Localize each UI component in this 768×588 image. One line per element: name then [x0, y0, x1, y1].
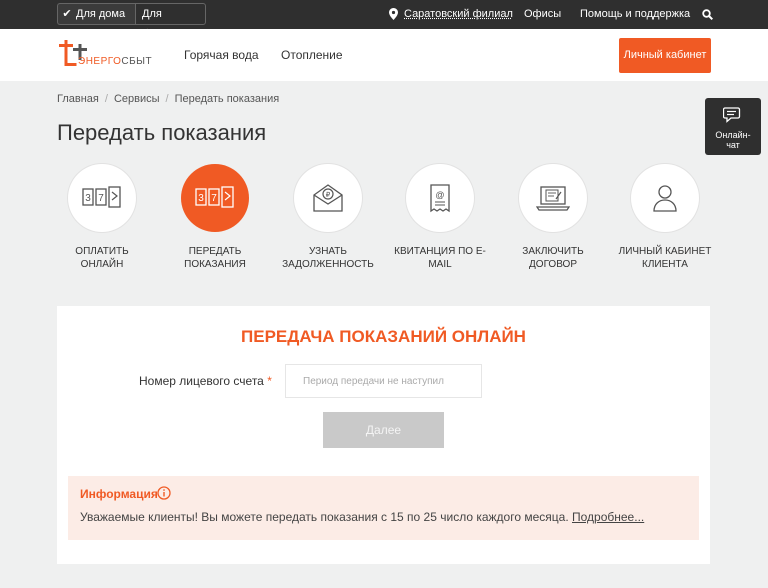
info-box: Информация Уважаемые клиенты! Вы можете … — [68, 476, 699, 540]
personal-account-button[interactable]: Личный кабинет — [619, 38, 711, 73]
breadcrumb-services[interactable]: Сервисы — [114, 93, 160, 105]
breadcrumb-home[interactable]: Главная — [57, 93, 99, 105]
form-title: ПЕРЕДАЧА ПОКАЗАНИЙ ОНЛАЙН — [241, 327, 526, 346]
city-selector[interactable]: Саратовский филиал — [404, 0, 513, 29]
meter-icon: 3 7 — [195, 186, 234, 208]
account-number-label: Номер лицевого счета * — [139, 374, 272, 388]
service-email-receipt[interactable]: @ КВИТАНЦИЯ ПО E- MAIL — [385, 164, 495, 271]
location-pin-icon — [389, 8, 398, 20]
meter-icon: 3 7 — [82, 186, 121, 208]
svg-text:3: 3 — [198, 193, 204, 204]
top-bar: ✔ Для дома Для бизнеса Саратовский филиа… — [0, 0, 768, 40]
account-number-input[interactable] — [285, 364, 482, 398]
info-text: Уважаемые клиенты! Вы можете передать по… — [80, 510, 645, 524]
svg-text:₽: ₽ — [326, 191, 331, 199]
laptop-contract-icon — [536, 186, 570, 211]
nav-heating[interactable]: Отопление — [281, 29, 343, 81]
next-button[interactable]: Далее — [323, 412, 444, 448]
help-link[interactable]: Помощь и поддержка — [580, 0, 690, 29]
service-client-cabinet[interactable]: ЛИЧНЫЙ КАБИНЕТ КЛИЕНТА — [610, 164, 720, 271]
info-title: Информация — [80, 487, 158, 501]
info-icon — [157, 486, 171, 500]
svg-text:7: 7 — [211, 193, 217, 204]
for-home-toggle[interactable]: ✔ Для дома — [57, 3, 135, 25]
main-header: ЭНЕРГОСБЫТ Горячая вода Отопление Личный… — [0, 29, 768, 81]
chat-label: Онлайн-чат — [715, 130, 751, 150]
online-chat-button[interactable]: Онлайн-чат — [705, 98, 761, 155]
chat-bubble-icon — [722, 107, 741, 123]
receipt-email-icon: @ — [430, 184, 450, 213]
for-business-toggle[interactable]: Для бизнеса — [135, 3, 206, 40]
for-business-label: Для бизнеса — [142, 8, 183, 40]
page-title: Передать показания — [57, 120, 267, 145]
check-icon: ✔ — [62, 8, 72, 20]
svg-text:7: 7 — [98, 193, 104, 204]
user-icon — [653, 185, 677, 212]
breadcrumb-current: Передать показания — [174, 93, 280, 105]
readings-form-card: ПЕРЕДАЧА ПОКАЗАНИЙ ОНЛАЙН Номер лицевого… — [57, 306, 710, 564]
nav-hot-water[interactable]: Горячая вода — [184, 29, 259, 81]
service-submit-readings[interactable]: 3 7 ПЕРЕДАТЬ ПОКАЗАНИЯ — [160, 164, 270, 271]
more-link[interactable]: Подробнее... — [572, 510, 644, 524]
search-icon[interactable] — [702, 9, 713, 20]
svg-text:3: 3 — [85, 193, 91, 204]
logo-text: ЭНЕРГОСБЫТ — [78, 56, 153, 67]
svg-text:@: @ — [435, 190, 444, 200]
breadcrumb: Главная / Сервисы / Передать показания — [57, 93, 280, 105]
service-sign-contract[interactable]: ЗАКЛЮЧИТЬ ДОГОВОР — [498, 164, 608, 271]
envelope-ruble-icon: ₽ — [313, 184, 343, 212]
service-pay-online[interactable]: 3 7 ОПЛАТИТЬ ОНЛАЙН — [47, 164, 157, 271]
offices-link[interactable]: Офисы — [524, 0, 561, 29]
for-home-label: Для дома — [76, 8, 126, 20]
service-check-debt[interactable]: ₽ УЗНАТЬ ЗАДОЛЖЕННОСТЬ — [273, 164, 383, 271]
